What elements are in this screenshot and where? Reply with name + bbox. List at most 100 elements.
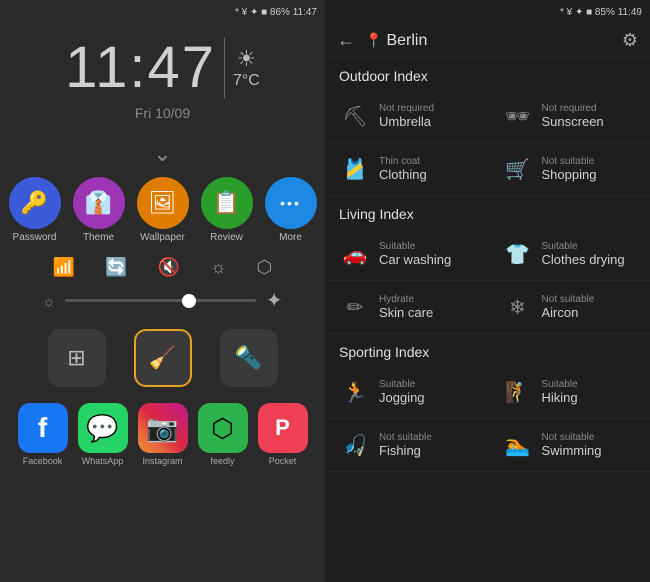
clock-divider [224, 38, 225, 98]
sunscreen-text: Not required Sunscreen [542, 103, 604, 129]
brightness-high-icon: ✦ [266, 288, 283, 313]
shopping-icon: 🛒 [500, 151, 536, 187]
pocket-label: Pocket [269, 456, 297, 466]
sporting-swimming: 🏊 Not suitable Swimming [488, 419, 650, 472]
clothes-drying-icon: 👕 [500, 236, 536, 272]
clothing-icon: 🎽 [337, 151, 373, 187]
bottom-apps-row: f Facebook 💬 WhatsApp 📷 Instagram ⬡ feed… [18, 403, 308, 466]
bluetooth-icon[interactable]: ⬡ [257, 257, 273, 278]
bottom-app-pocket[interactable]: P Pocket [258, 403, 308, 466]
section-sporting: Sporting Index [325, 334, 650, 366]
instagram-icon[interactable]: 📷 [138, 403, 188, 453]
bottom-app-whatsapp[interactable]: 💬 WhatsApp [78, 403, 128, 466]
aircon-text: Not suitable Aircon [542, 294, 595, 320]
app-circle-theme[interactable]: 👔 [73, 177, 125, 229]
fishing-text: Not suitable Fishing [379, 432, 432, 458]
clock-area: 11:47 ☀ 7°C Fri 10/09 [65, 34, 260, 121]
carwash-text: Suitable Car washing [379, 241, 451, 267]
brightness-row: ☼ ✦ [43, 288, 283, 313]
jogging-icon: 🏃 [337, 374, 373, 410]
living-clothes-drying: 👕 Suitable Clothes drying [488, 228, 650, 281]
app-circle-review[interactable]: 📋 [201, 177, 253, 229]
app-label-more: More [279, 232, 302, 243]
aircon-icon: ❄ [500, 289, 536, 325]
skincare-text: Hydrate Skin care [379, 294, 433, 320]
app-label-wallpaper: Wallpaper [140, 232, 185, 243]
right-panel: * ¥ ✦ ■ 85% 11:49 ← 📍 Berlin ⚙ Outdoor I… [325, 0, 650, 582]
brightness-thumb [182, 294, 196, 308]
city-name: Berlin [386, 32, 621, 50]
section-outdoor: Outdoor Index [325, 58, 650, 90]
living-grid: 🚗 Suitable Car washing 👕 Suitable Clothe… [325, 228, 650, 334]
living-skincare: ✏ Hydrate Skin care [325, 281, 488, 334]
bottom-app-facebook[interactable]: f Facebook [18, 403, 68, 466]
app-circle-wallpaper[interactable]: 🖼 [137, 177, 189, 229]
shopping-text: Not suitable Shopping [542, 156, 597, 182]
right-content: Outdoor Index ⛏ Not required Umbrella 🕶 … [325, 58, 650, 582]
location-pin-icon: 📍 [365, 32, 382, 49]
settings-gear-icon[interactable]: ⚙ [622, 30, 638, 51]
left-panel: * ¥ ✦ ■ 86% 11:47 11:47 ☀ 7°C Fri 10/09 … [0, 0, 325, 582]
app-circle-more[interactable]: ••• [265, 177, 317, 229]
whatsapp-label: WhatsApp [82, 456, 124, 466]
hiking-text: Suitable Hiking [542, 379, 578, 405]
outdoor-grid: ⛏ Not required Umbrella 🕶 Not required S… [325, 90, 650, 196]
app-item-password[interactable]: 🔑 Password [9, 177, 61, 243]
brightness-slider[interactable] [65, 299, 255, 302]
swimming-icon: 🏊 [500, 427, 536, 463]
sporting-hiking: 🧗 Suitable Hiking [488, 366, 650, 419]
shortcut-calc[interactable]: ⊞ [48, 329, 106, 387]
back-button[interactable]: ← [337, 30, 355, 51]
swimming-text: Not suitable Swimming [542, 432, 602, 458]
chevron-down-icon: ⌄ [153, 141, 171, 166]
screen-rotate-icon[interactable]: 🔄 [105, 257, 127, 278]
carwash-icon: 🚗 [337, 236, 373, 272]
shortcut-clean[interactable]: 🧹 [134, 329, 192, 387]
status-bar-right: * ¥ ✦ ■ 85% 11:49 [325, 0, 650, 24]
status-text-right: * ¥ ✦ ■ 85% 11:49 [560, 7, 642, 18]
facebook-icon[interactable]: f [18, 403, 68, 453]
weather-icon: ☀ [237, 46, 257, 72]
whatsapp-icon[interactable]: 💬 [78, 403, 128, 453]
sporting-grid: 🏃 Suitable Jogging 🧗 Suitable Hiking 🎣 N… [325, 366, 650, 472]
outdoor-umbrella: ⛏ Not required Umbrella [325, 90, 488, 143]
nav-bar: ← 📍 Berlin ⚙ [325, 24, 650, 58]
outdoor-clothing: 🎽 Thin coat Clothing [325, 143, 488, 196]
app-item-more[interactable]: ••• More [265, 177, 317, 243]
living-carwash: 🚗 Suitable Car washing [325, 228, 488, 281]
app-label-review: Review [210, 232, 243, 243]
bottom-app-instagram[interactable]: 📷 Instagram [138, 403, 188, 466]
controls-row: 📶 🔄 🔇 ☼ ⬡ [53, 257, 272, 278]
skincare-icon: ✏ [337, 289, 373, 325]
section-living: Living Index [325, 196, 650, 228]
status-text-left: * ¥ ✦ ■ 86% 11:47 [235, 7, 317, 18]
instagram-label: Instagram [142, 456, 182, 466]
feedly-icon[interactable]: ⬡ [198, 403, 248, 453]
pocket-icon[interactable]: P [258, 403, 308, 453]
app-label-theme: Theme [83, 232, 114, 243]
wifi-icon[interactable]: 📶 [53, 257, 75, 278]
sporting-fishing: 🎣 Not suitable Fishing [325, 419, 488, 472]
facebook-label: Facebook [23, 456, 63, 466]
status-icons-left: * ¥ ✦ ■ 86% 11:47 [235, 7, 317, 18]
shortcut-flashlight[interactable]: 🔦 [220, 329, 278, 387]
outdoor-sunscreen: 🕶 Not required Sunscreen [488, 90, 650, 143]
bottom-app-feedly[interactable]: ⬡ feedly [198, 403, 248, 466]
bottom-shortcuts: ⊞ 🧹 🔦 [48, 329, 278, 387]
clothing-text: Thin coat Clothing [379, 156, 427, 182]
clock-right: ☀ 7°C [233, 46, 260, 90]
fishing-icon: 🎣 [337, 427, 373, 463]
sporting-jogging: 🏃 Suitable Jogging [325, 366, 488, 419]
clock-time: 11:47 [65, 34, 216, 101]
temperature: 7°C [233, 72, 260, 90]
app-item-wallpaper[interactable]: 🖼 Wallpaper [137, 177, 189, 243]
living-aircon: ❄ Not suitable Aircon [488, 281, 650, 334]
app-item-review[interactable]: 📋 Review [201, 177, 253, 243]
hiking-icon: 🧗 [500, 374, 536, 410]
brightness-auto-icon[interactable]: ☼ [210, 257, 227, 278]
app-label-password: Password [13, 232, 57, 243]
volume-icon[interactable]: 🔇 [158, 257, 180, 278]
app-circle-password[interactable]: 🔑 [9, 177, 61, 229]
chevron-area: ⌄ [153, 141, 171, 167]
app-item-theme[interactable]: 👔 Theme [73, 177, 125, 243]
